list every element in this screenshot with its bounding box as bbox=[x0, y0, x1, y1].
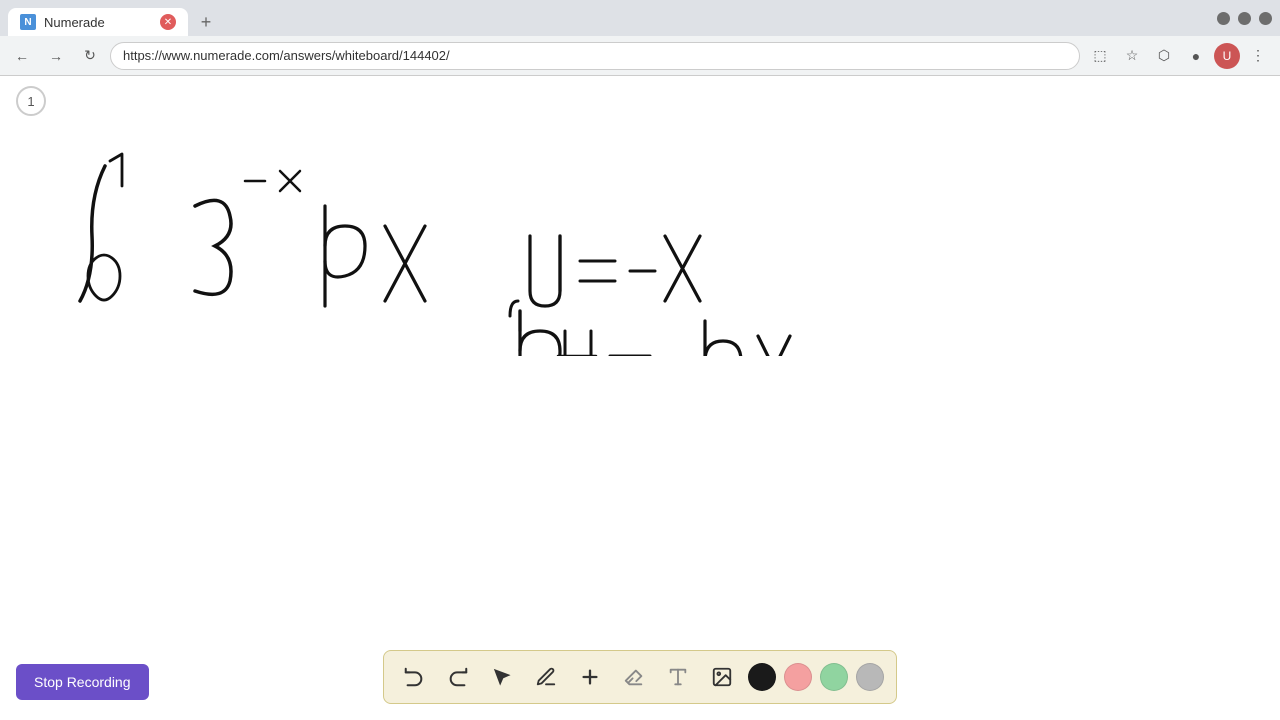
window-controls bbox=[1217, 12, 1272, 25]
menu-icon[interactable]: ⋮ bbox=[1244, 42, 1272, 70]
bookmark-icon[interactable]: ☆ bbox=[1118, 42, 1146, 70]
image-tool-button[interactable] bbox=[704, 659, 740, 695]
nav-bar: ← → ↻ https://www.numerade.com/answers/w… bbox=[0, 36, 1280, 76]
tab-close-button[interactable]: ✕ bbox=[160, 14, 176, 30]
add-button[interactable] bbox=[572, 659, 608, 695]
forward-button[interactable]: → bbox=[42, 42, 70, 70]
active-tab[interactable]: N Numerade ✕ bbox=[8, 8, 188, 36]
close-button[interactable] bbox=[1259, 12, 1272, 25]
stop-recording-button[interactable]: Stop Recording bbox=[16, 664, 149, 700]
tab-favicon: N bbox=[20, 14, 36, 30]
maximize-button[interactable] bbox=[1238, 12, 1251, 25]
tab-title: Numerade bbox=[44, 15, 105, 30]
select-tool-button[interactable] bbox=[484, 659, 520, 695]
pen-tool-button[interactable] bbox=[528, 659, 564, 695]
undo-button[interactable] bbox=[396, 659, 432, 695]
math-svg bbox=[40, 136, 800, 356]
profile-avatar[interactable]: U bbox=[1214, 43, 1240, 69]
redo-button[interactable] bbox=[440, 659, 476, 695]
color-pink[interactable] bbox=[784, 663, 812, 691]
refresh-button[interactable]: ↻ bbox=[76, 42, 104, 70]
extension-icon[interactable]: ⬡ bbox=[1150, 42, 1178, 70]
bottom-toolbar bbox=[383, 650, 897, 704]
back-button[interactable]: ← bbox=[8, 42, 36, 70]
color-black[interactable] bbox=[748, 663, 776, 691]
nav-icons: ⬚ ☆ ⬡ ● U ⋮ bbox=[1086, 42, 1272, 70]
cast-icon[interactable]: ⬚ bbox=[1086, 42, 1114, 70]
page-indicator: 1 bbox=[16, 86, 46, 116]
url-text: https://www.numerade.com/answers/whitebo… bbox=[123, 48, 450, 63]
color-gray[interactable] bbox=[856, 663, 884, 691]
text-tool-button[interactable] bbox=[660, 659, 696, 695]
title-bar: N Numerade ✕ + bbox=[0, 0, 1280, 36]
tab-bar: N Numerade ✕ + bbox=[8, 0, 220, 36]
new-tab-button[interactable]: + bbox=[192, 8, 220, 36]
profile-icon[interactable]: ● bbox=[1182, 42, 1210, 70]
address-bar[interactable]: https://www.numerade.com/answers/whitebo… bbox=[110, 42, 1080, 70]
eraser-button[interactable] bbox=[616, 659, 652, 695]
color-green[interactable] bbox=[820, 663, 848, 691]
minimize-button[interactable] bbox=[1217, 12, 1230, 25]
page-content: 1 bbox=[0, 76, 1280, 720]
browser-frame: N Numerade ✕ + ← → ↻ https://www.numerad… bbox=[0, 0, 1280, 720]
whiteboard[interactable]: 1 bbox=[0, 76, 1280, 720]
